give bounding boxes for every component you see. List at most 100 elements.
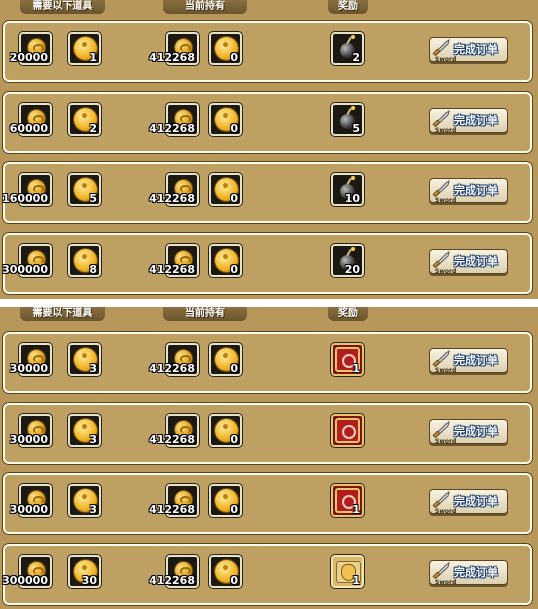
complete-order-button[interactable]: 完成订单 Sword [429,178,508,204]
owned-token-count: 0 [230,122,238,135]
owned-coin-count: 412268 [149,362,195,375]
sword-sub-label: Sword [435,127,457,134]
required-token-count: 1 [89,51,97,64]
required-coin-count: 300000 [2,574,48,587]
required-coin-count: 300000 [2,263,48,276]
sword-sub-label: Sword [435,56,457,63]
reward-count: 1 [352,362,360,375]
owned-coin-count: 412268 [149,122,195,135]
owned-coin-count: 412268 [149,503,195,516]
reward-count: 1 [352,503,360,516]
complete-order-button[interactable]: 完成订单 Sword [429,348,508,374]
order-row: 30000 3 412268 0 1 完成订单 Sword [3,473,532,534]
complete-order-label: 完成订单 [454,255,498,268]
sword-icon [432,420,450,438]
required-token-slot: 5 [68,173,101,206]
owned-coin-count: 412268 [149,192,195,205]
owned-token-slot: 0 [209,484,242,517]
reward-count: 2 [352,51,360,64]
order-row: 60000 2 412268 0 5 完成订单 Sword [3,92,532,153]
complete-order-button[interactable]: 完成订单 Sword [429,489,508,515]
owned-token-count: 0 [230,574,238,587]
header-reward: 奖励 [328,0,368,14]
complete-order-label: 完成订单 [454,566,498,579]
required-token-count: 3 [89,433,97,446]
header-currently-owned: 当前持有 [163,307,247,321]
required-coin-count: 30000 [9,362,48,375]
owned-coin-count: 412268 [149,574,195,587]
required-token-count: 2 [89,122,97,135]
order-row: 160000 5 412268 0 10 完成订单 Sword [2,162,532,223]
owned-coin-count: 412268 [149,433,195,446]
required-token-count: 30 [81,574,97,587]
sword-sub-label: Sword [435,197,457,204]
required-token-slot: 3 [68,484,101,517]
owned-coin-slot: 412268 [149,343,199,376]
reward-count: 20 [344,263,360,276]
owned-token-slot: 0 [209,103,242,136]
order-row: 20000 1 412268 0 2 完成订单 Sword [3,21,532,82]
header-required-items: 需要以下道具 [20,307,105,321]
required-coin-count: 20000 [9,51,48,64]
order-row: 300000 8 412268 0 20 完成订单 Sword [2,233,532,294]
complete-order-button[interactable]: 完成订单 Sword [429,419,508,445]
owned-coin-count: 412268 [149,51,195,64]
owned-coin-slot: 412268 [149,173,199,206]
required-coin-slot: 30000 [10,484,52,517]
reward-slot: 2 [331,32,364,65]
sword-icon [432,561,450,579]
owned-token-slot: 0 [209,343,242,376]
reward-slot: 5 [331,103,364,136]
owned-coin-slot: 412268 [149,484,199,517]
reward-count: 10 [344,192,360,205]
owned-token-slot: 0 [209,173,242,206]
sword-sub-label: Sword [435,438,457,445]
owned-token-slot: 0 [209,414,242,447]
reward-count: 1 [352,574,360,587]
required-token-slot: 2 [68,103,101,136]
complete-order-button[interactable]: 完成订单 Sword [429,108,508,134]
required-coin-slot: 30000 [10,343,52,376]
complete-order-button[interactable]: 完成订单 Sword [429,37,508,63]
sword-sub-label: Sword [435,579,457,586]
required-token-slot: 3 [68,414,101,447]
owned-token-count: 0 [230,503,238,516]
required-coin-slot: 160000 [2,173,52,206]
required-coin-count: 30000 [9,433,48,446]
required-token-count: 5 [89,192,97,205]
owned-token-count: 0 [230,51,238,64]
required-coin-slot: 60000 [10,103,52,136]
required-token-count: 3 [89,503,97,516]
owned-coin-count: 412268 [149,263,195,276]
owned-coin-slot: 412268 [149,414,199,447]
owned-token-count: 0 [230,192,238,205]
owned-token-count: 0 [230,362,238,375]
required-coin-slot: 300000 [2,555,52,588]
reward-count: 5 [352,122,360,135]
owned-token-count: 0 [230,433,238,446]
owned-token-slot: 0 [209,32,242,65]
order-row: 30000 3 412268 0 完成订单 Sword [3,403,532,464]
owned-token-slot: 0 [209,244,242,277]
reward-slot [331,414,364,447]
complete-order-label: 完成订单 [454,425,498,438]
complete-order-label: 完成订单 [454,354,498,367]
required-coin-count: 30000 [9,503,48,516]
complete-order-label: 完成订单 [454,495,498,508]
owned-coin-slot: 412268 [149,244,199,277]
complete-order-button[interactable]: 完成订单 Sword [429,249,508,275]
required-token-slot: 8 [68,244,101,277]
sword-icon [432,490,450,508]
order-row: 30000 3 412268 0 1 完成订单 Sword [3,332,532,393]
order-panel-bottom: 需要以下道具 当前持有 奖励 30000 3 412268 0 1 完成订单 S… [0,307,538,609]
complete-order-button[interactable]: 完成订单 Sword [429,560,508,586]
sword-icon [432,250,450,268]
owned-token-count: 0 [230,263,238,276]
required-token-slot: 3 [68,343,101,376]
required-token-count: 8 [89,263,97,276]
required-token-count: 3 [89,362,97,375]
order-panel-top: 需要以下道具 当前持有 奖励 20000 1 412268 0 2 完成订单 S… [0,0,538,299]
red-seal-icon [335,418,360,443]
reward-slot: 10 [331,173,364,206]
required-coin-slot: 30000 [10,414,52,447]
